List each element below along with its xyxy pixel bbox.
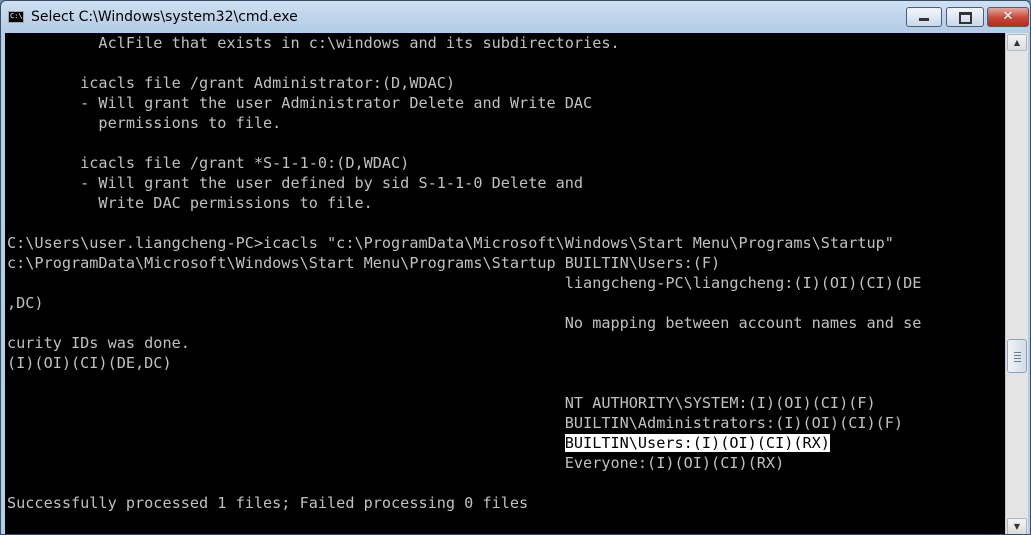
console-line: icacls file /grant Administrator:(D,WDAC…	[7, 74, 456, 92]
console-line: permissions to file.	[7, 114, 282, 132]
maximize-button[interactable]	[946, 7, 984, 27]
console-line: - Will grant the user Administrator Dele…	[7, 94, 593, 112]
cmd-icon[interactable]: C:\	[8, 11, 24, 23]
console-line: liangcheng-PC\liangcheng:(I)(OI)(CI)(DE	[7, 274, 922, 292]
grip-line	[1014, 358, 1021, 359]
grip-line	[1014, 355, 1021, 356]
maximize-icon	[958, 12, 972, 24]
console-line: NT AUTHORITY\SYSTEM:(I)(OI)(CI)(F)	[7, 394, 876, 412]
window-title: Select C:\Windows\system32\cmd.exe	[31, 9, 298, 25]
close-icon: ✕	[1002, 9, 1014, 24]
console-line: - Will grant the user defined by sid S-1…	[7, 174, 584, 192]
console-line: Successfully processed 1 files; Failed p…	[7, 494, 529, 512]
console-line-indent	[7, 434, 565, 452]
grip-line	[1014, 352, 1021, 353]
cmd-icon-text: C:\	[10, 12, 23, 20]
console-line: Write DAC permissions to file.	[7, 194, 373, 212]
console-line: (I)(OI)(CI)(DE,DC)	[7, 354, 172, 372]
scroll-thumb[interactable]	[1007, 339, 1027, 373]
title-bar[interactable]: C:\ Select C:\Windows\system32\cmd.exe ✕	[1, 1, 1030, 33]
console-line: curity IDs was done.	[7, 334, 190, 352]
console-line: C:\Users\user.liangcheng-PC>icacls "c:\P…	[7, 234, 894, 252]
scroll-down-button[interactable]: ▼	[1007, 518, 1027, 534]
selected-text[interactable]: BUILTIN\Users:(I)(OI)(CI)(RX)	[564, 434, 830, 452]
console-line: icacls file /grant *S-1-1-0:(D,WDAC)	[7, 154, 410, 172]
close-button[interactable]: ✕	[987, 7, 1029, 27]
arrow-down-icon: ▼	[1013, 522, 1021, 531]
console-lines: AclFile that exists in c:\windows and it…	[7, 33, 922, 534]
arrow-up-icon: ▲	[1013, 38, 1021, 47]
grip-line	[1014, 361, 1021, 362]
scroll-up-button[interactable]: ▲	[1007, 34, 1027, 51]
console-line: c:\ProgramData\Microsoft\Windows\Start M…	[7, 254, 721, 272]
console-output[interactable]: AclFile that exists in c:\windows and it…	[5, 33, 1005, 534]
console-line: Everyone:(I)(OI)(CI)(RX)	[7, 454, 785, 472]
vertical-scrollbar[interactable]: ▲ ▼	[1005, 33, 1028, 534]
console-line: BUILTIN\Users:(I)(OI)(CI)(RX)	[7, 433, 921, 453]
console-line: No mapping between account names and se	[7, 314, 922, 332]
console-line: ,DC)	[7, 294, 44, 312]
cmd-window: C:\ Select C:\Windows\system32\cmd.exe ✕…	[0, 0, 1031, 535]
console-line: AclFile that exists in c:\windows and it…	[7, 34, 620, 52]
console-line: BUILTIN\Administrators:(I)(OI)(CI)(F)	[7, 414, 904, 432]
minimize-icon	[919, 18, 929, 21]
minimize-button[interactable]	[906, 7, 942, 27]
